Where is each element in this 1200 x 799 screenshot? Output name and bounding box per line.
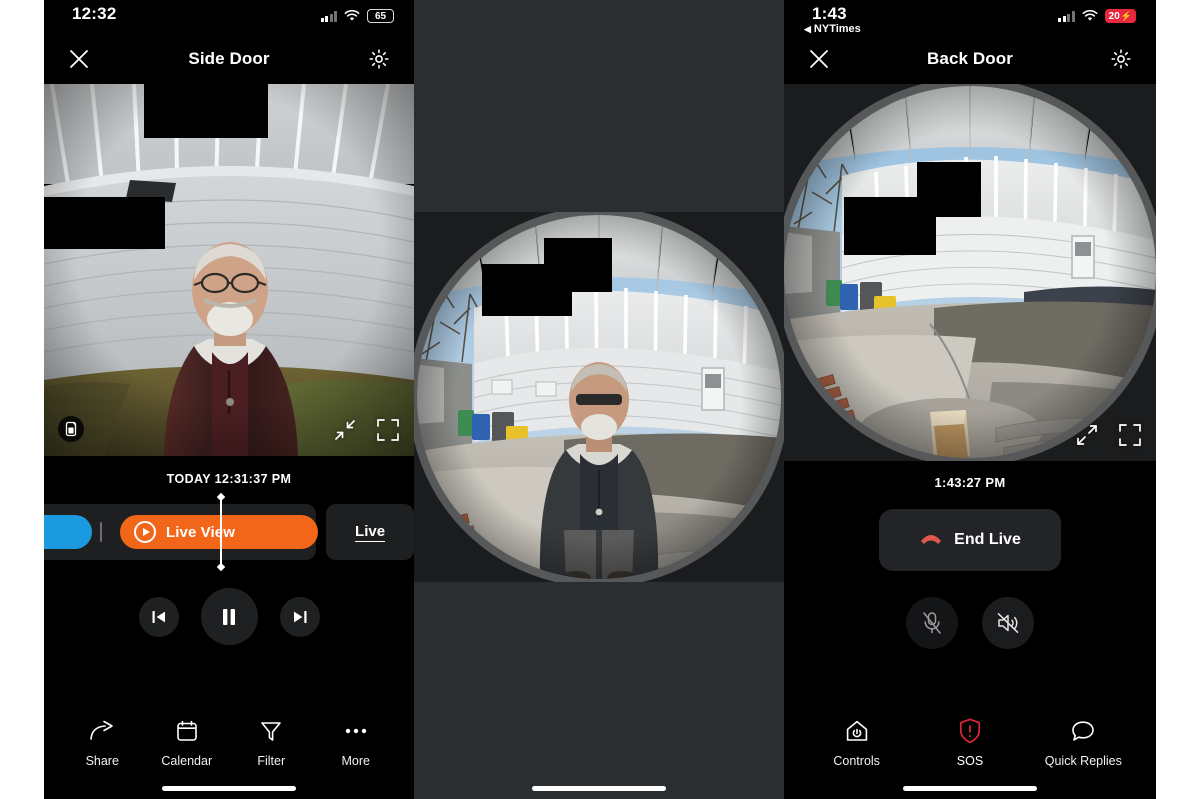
end-live-label: End Live	[954, 531, 1021, 548]
status-bar-time: 12:32	[72, 4, 117, 23]
timeline-playhead[interactable]	[220, 496, 222, 568]
fullscreen-icon[interactable]	[376, 418, 400, 442]
camera-video-doorbell[interactable]	[414, 212, 784, 582]
camera-scene	[414, 212, 784, 582]
timeline-track[interactable]: Live View	[44, 496, 318, 568]
battery-icon: 20 ⚡	[1104, 9, 1136, 23]
microphone-muted-icon[interactable]	[906, 597, 958, 649]
tab-more[interactable]: More	[317, 718, 395, 768]
redaction-box	[844, 197, 936, 255]
playback-timestamp: TODAY 12:31:37 PM	[166, 472, 292, 486]
camera-scene	[44, 84, 414, 456]
bottom-bar-middle	[414, 768, 784, 799]
live-button[interactable]: Live	[326, 504, 414, 560]
status-bar-time: 1:43	[812, 4, 847, 23]
tab-filter[interactable]: Filter	[232, 718, 310, 768]
redaction-box	[144, 84, 268, 138]
camera-video-side-door[interactable]	[44, 84, 414, 456]
tab-controls[interactable]: Controls	[818, 718, 896, 768]
charging-bolt-icon: ⚡	[1120, 10, 1132, 21]
camera-video-back-door[interactable]	[784, 84, 1156, 461]
tab-label: Share	[85, 754, 119, 768]
nav-bar-left: Side Door	[44, 34, 414, 84]
tab-quick-replies[interactable]: Quick Replies	[1044, 718, 1122, 768]
phone-screen-side-door: 12:32 65 Side Door TODAY 12:31:37 PM Liv…	[44, 0, 414, 799]
timeline-segment-recorded[interactable]	[44, 515, 92, 549]
tab-label: More	[341, 754, 370, 768]
redaction-box	[482, 264, 572, 316]
live-view-label: Live View	[166, 523, 235, 541]
ellipsis-icon	[344, 718, 368, 744]
tab-label: Quick Replies	[1044, 754, 1122, 768]
tab-label: SOS	[956, 754, 984, 768]
live-button-label: Live	[355, 522, 386, 542]
cellular-bars-icon	[320, 10, 337, 22]
gear-icon[interactable]	[366, 46, 392, 72]
tab-sos[interactable]: SOS	[931, 718, 1009, 768]
filter-funnel-icon	[260, 718, 282, 744]
phone-screen-back-door: 1:43 ◀ NYTimes 20 ⚡ Back Door 1:43:27 PM…	[784, 0, 1156, 799]
bottom-tab-bar-left: Share Calendar Filter More	[44, 718, 414, 799]
timeline-scrubber[interactable]: Live View Live	[44, 496, 414, 568]
tab-share[interactable]: Share	[63, 718, 141, 768]
status-bar-left: 12:32 65	[44, 0, 414, 34]
speaker-muted-icon[interactable]	[982, 597, 1034, 649]
tab-calendar[interactable]: Calendar	[148, 718, 226, 768]
av-controls	[784, 597, 1156, 649]
status-bar-left-group: 1:43 ◀ NYTimes	[804, 5, 861, 35]
calendar-icon	[176, 718, 198, 744]
back-triangle-icon: ◀	[804, 24, 811, 35]
end-live-button[interactable]: End Live	[879, 509, 1061, 571]
page-title: Side Door	[188, 49, 270, 68]
battery-level-label: 20	[1108, 10, 1120, 22]
screenshot-canvas: 12:32 65 Side Door TODAY 12:31:37 PM Liv…	[0, 0, 1200, 799]
skip-next-icon[interactable]	[279, 596, 320, 637]
status-bar-left-group: 12:32	[64, 5, 116, 23]
bottom-tab-bar-right: Controls SOS Quick Replies	[784, 718, 1156, 799]
back-to-app-indicator[interactable]: ◀ NYTimes	[804, 22, 861, 36]
home-indicator[interactable]	[532, 786, 666, 791]
wifi-icon	[1082, 10, 1098, 22]
shield-alert-icon	[959, 718, 981, 744]
back-app-label: NYTimes	[813, 22, 861, 35]
skip-previous-icon[interactable]	[138, 596, 179, 637]
tab-label: Controls	[833, 754, 880, 768]
status-bar-right-group: 20 ⚡	[1058, 5, 1136, 23]
close-icon[interactable]	[66, 46, 92, 72]
close-icon[interactable]	[806, 46, 832, 72]
play-circle-icon	[134, 521, 156, 543]
pause-icon[interactable]	[200, 588, 258, 645]
battery-icon: 65	[367, 9, 394, 23]
tab-label: Filter	[257, 754, 286, 768]
home-indicator[interactable]	[903, 786, 1037, 791]
gear-icon[interactable]	[1108, 46, 1134, 72]
battery-level-label: 65	[374, 10, 387, 22]
phone-screen-doorbell-fullscreen	[414, 0, 784, 799]
cellular-bars-icon	[1058, 10, 1075, 22]
page-title: Back Door	[927, 49, 1013, 68]
status-bar-right-group: 65	[320, 5, 394, 23]
redaction-box	[44, 197, 165, 249]
status-bar-right: 1:43 ◀ NYTimes 20 ⚡	[784, 0, 1156, 34]
transport-controls	[44, 588, 414, 645]
home-power-icon	[845, 718, 869, 744]
camera-scene	[784, 84, 1156, 461]
live-timestamp: 1:43:27 PM	[934, 475, 1006, 490]
nav-bar-right: Back Door	[784, 34, 1156, 84]
expand-arrows-icon[interactable]	[1076, 424, 1098, 446]
phone-hangup-icon	[919, 530, 943, 551]
tab-label: Calendar	[161, 754, 213, 768]
fullscreen-icon[interactable]	[1118, 423, 1142, 447]
wifi-icon	[344, 10, 360, 22]
collapse-arrows-icon[interactable]	[334, 419, 356, 441]
home-indicator[interactable]	[162, 786, 296, 791]
speech-bubble-icon	[1071, 718, 1095, 744]
timeline-segment-live-view[interactable]: Live View	[120, 515, 318, 549]
share-arrow-icon	[89, 718, 115, 744]
timeline-divider	[100, 522, 102, 542]
